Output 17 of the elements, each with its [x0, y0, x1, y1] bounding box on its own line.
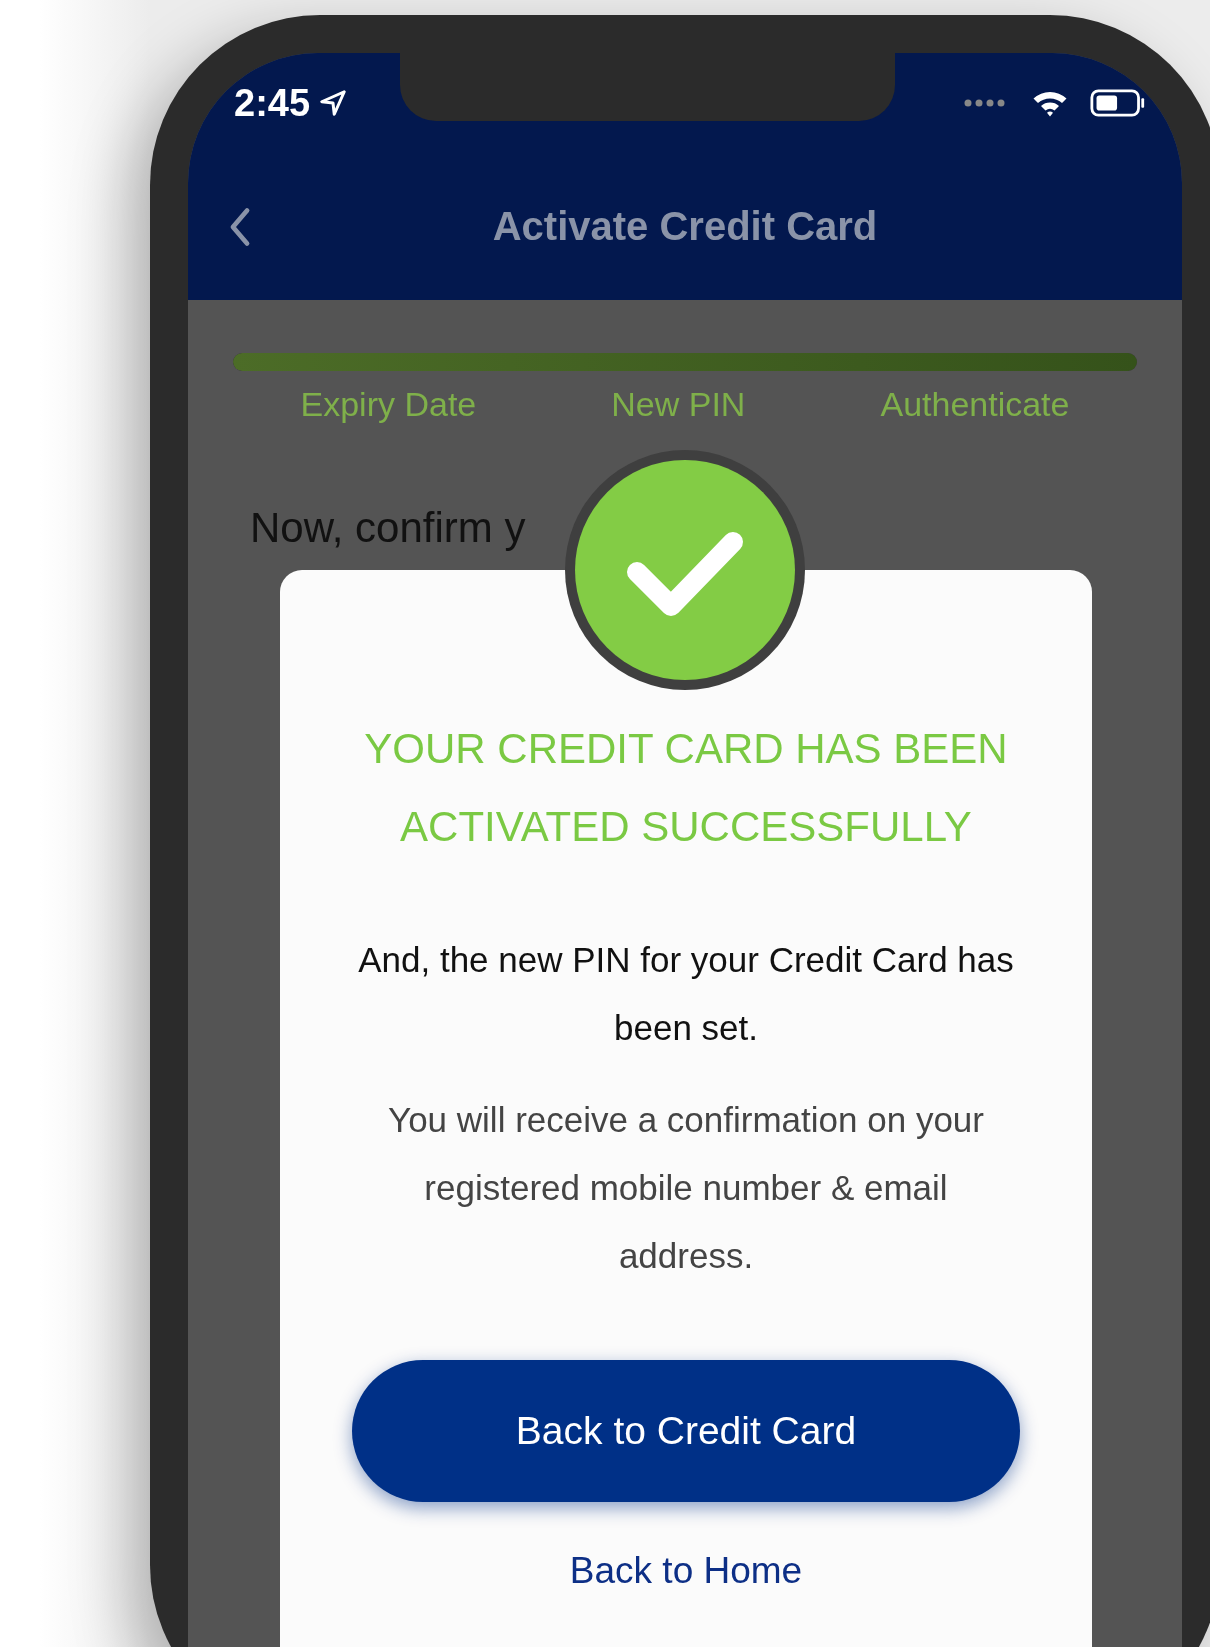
- screen-title: Activate Credit Card: [491, 204, 879, 249]
- back-to-home-link[interactable]: Back to Home: [559, 1542, 813, 1600]
- dialog-note: You will receive a confirmation on your registered mobile number & email address.: [387, 1099, 985, 1277]
- wifi-icon: [1032, 89, 1068, 117]
- step-label: Authenticate: [880, 385, 1070, 424]
- success-title: YOUR CREDIT CARD HAS BEEN: [364, 724, 1008, 774]
- location-arrow-icon: [318, 88, 349, 118]
- page-heading: Now, confirm y: [250, 504, 526, 552]
- step-label: New PIN: [611, 385, 746, 424]
- battery-icon: [1090, 89, 1146, 117]
- status-time: 2:45: [234, 81, 311, 125]
- dialog-message: And, the new PIN for your Credit Card has been set.: [357, 939, 1015, 1049]
- back-chevron-icon[interactable]: [228, 206, 252, 247]
- back-to-credit-card-button[interactable]: Back to Credit Card: [352, 1360, 1020, 1502]
- success-title: ACTIVATED SUCCESSFULLY: [399, 802, 973, 852]
- success-check-icon: [575, 460, 795, 680]
- step-label: Expiry Date: [300, 385, 477, 424]
